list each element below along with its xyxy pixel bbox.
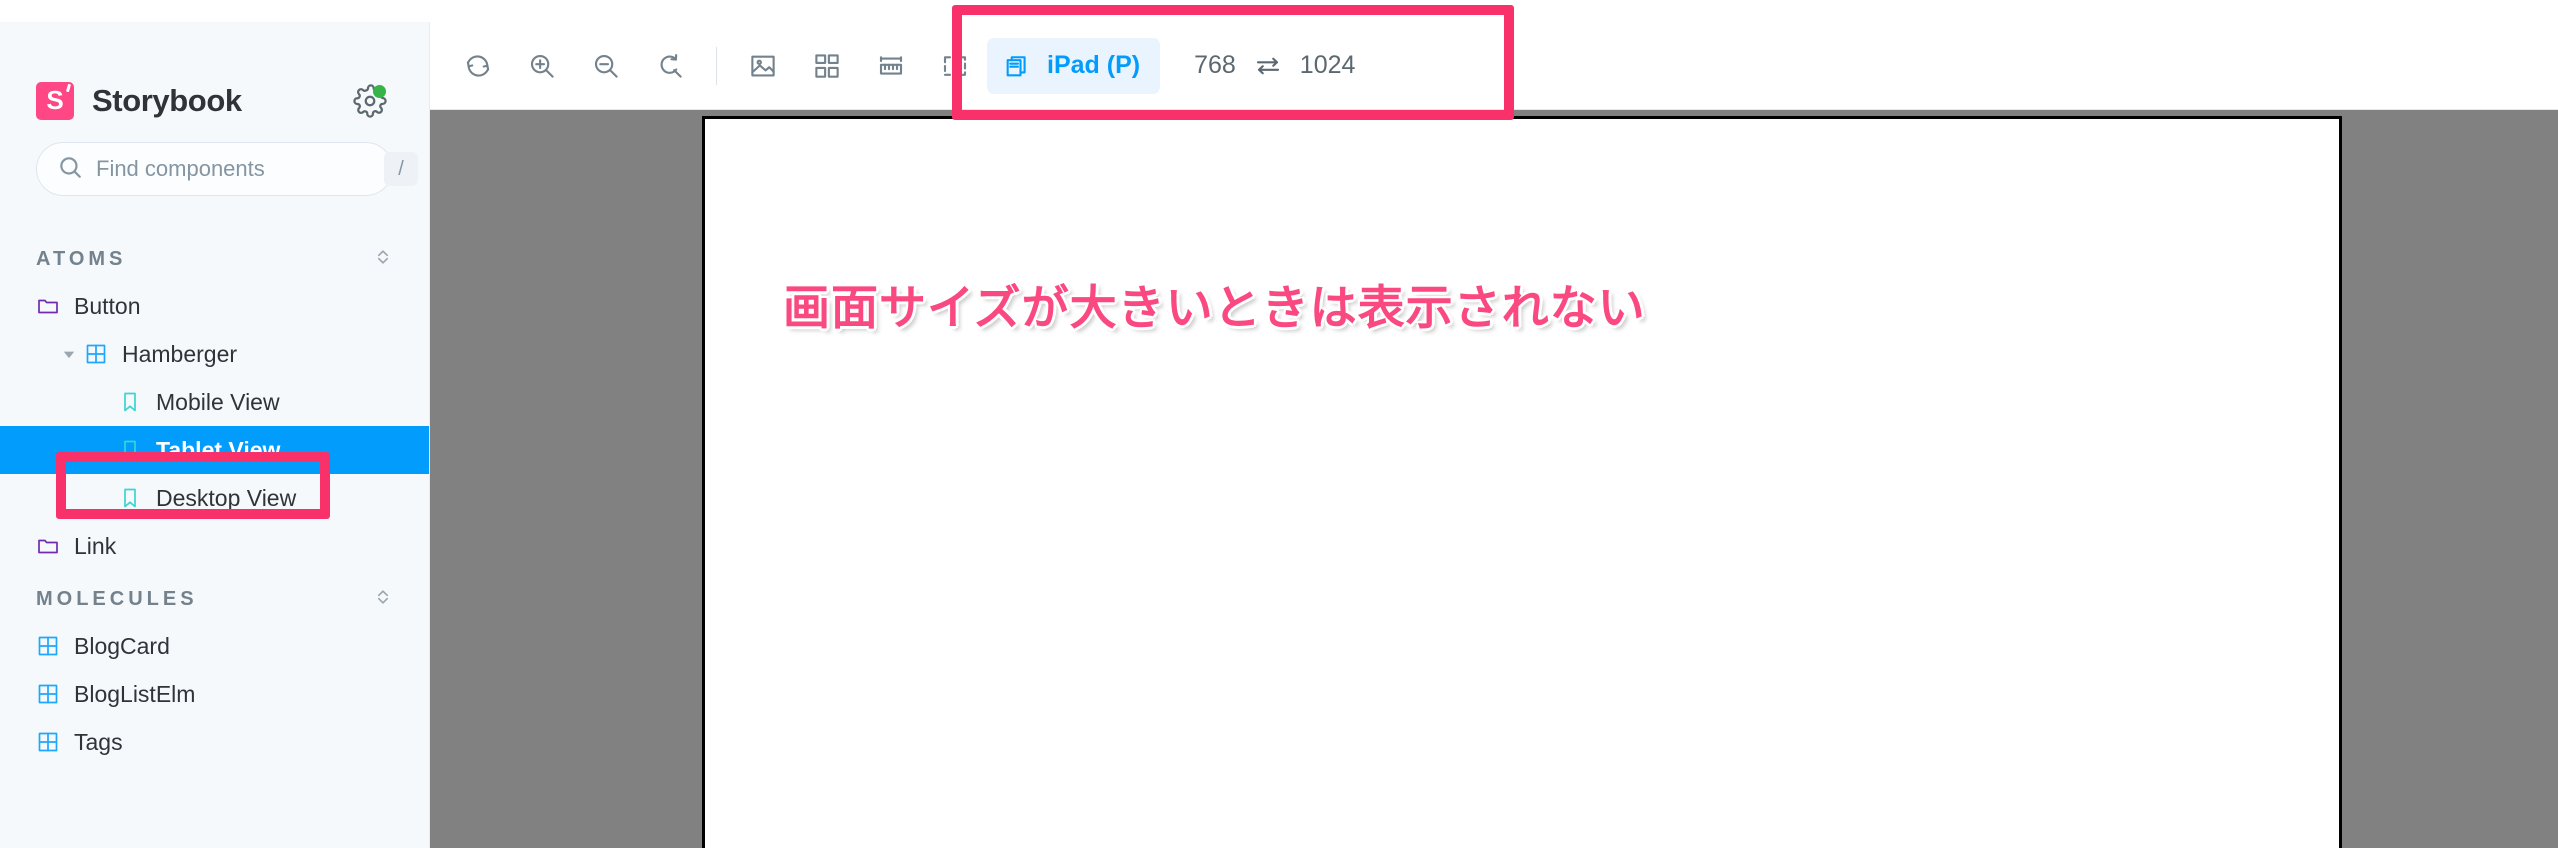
chevron-down-icon[interactable] [62,347,84,361]
tree-group-header[interactable]: ATOMS [0,236,429,282]
grid-icon[interactable] [795,34,859,98]
tree-item-label: Link [74,532,117,559]
viewport-width-value: 768 [1194,51,1236,79]
component-icon [84,342,108,366]
search-shortcut-key: / [384,152,418,186]
story-preview-frame[interactable]: 画面サイズが大きいときは表示されない [702,116,2342,848]
story-icon [118,486,142,510]
main-panel: iPad (P) 768 1024 画面サイズが大きいときは表示されない [430,22,2558,848]
gear-icon[interactable] [353,84,387,118]
tree-group-header[interactable]: MOLECULES [0,576,429,622]
component-icon [36,682,60,706]
tree-item-label: Hamberger [122,340,238,367]
component-icon [36,730,60,754]
update-status-dot [373,85,386,98]
zoom-out-icon[interactable] [574,34,638,98]
tree-item-label: BlogCard [74,632,170,659]
tree-item-label: BlogListElm [74,680,196,707]
folder-icon [36,534,60,558]
story-icon [118,390,142,414]
storybook-window: S Storybook Find components / ATOMS Butt… [0,0,2558,848]
component-icon [36,634,60,658]
remount-icon[interactable] [446,34,510,98]
story-text: 画面サイズが大きいときは表示されない [783,281,1646,336]
folder-icon [36,294,60,318]
zoom-in-icon[interactable] [510,34,574,98]
preview-toolbar: iPad (P) 768 1024 [430,22,2558,110]
expand-collapse-icon[interactable] [373,247,393,272]
search-box[interactable]: / [36,142,418,196]
tree-item-tags[interactable]: Tags [0,718,429,766]
preview-canvas: 画面サイズが大きいときは表示されない [430,110,2558,848]
swap-icon[interactable] [1236,38,1300,94]
zoom-reset-icon[interactable] [638,34,702,98]
storybook-logo-icon: S [36,82,74,120]
viewport-select-button[interactable]: iPad (P) [987,37,1161,94]
tree-item-mobile-view[interactable]: Mobile View [0,378,429,426]
tree-item-link[interactable]: Link [0,522,429,570]
tree-item-bloglistelm[interactable]: BlogListElm [0,670,429,718]
search-icon [57,154,83,185]
viewport-label: iPad (P) [1047,51,1141,79]
brand-title: Storybook [92,83,242,118]
tree-item-desktop-view[interactable]: Desktop View [0,474,429,522]
tree-item-button[interactable]: Button [0,282,429,330]
component-tree: ATOMS Button Hamberger Mobile View Tablet Vi… [0,230,429,766]
tree-item-label: Mobile View [156,388,280,415]
tree-item-label: Tags [74,728,123,755]
measure-icon[interactable] [859,34,923,98]
tree-item-label: Tablet View [156,436,281,463]
tree-group-title: MOLECULES [36,587,198,610]
tree-item-label: Desktop View [156,484,297,511]
story-icon [118,438,142,462]
sidebar: S Storybook Find components / ATOMS Butt… [0,22,430,848]
expand-collapse-icon[interactable] [373,587,393,612]
tree-group-title: ATOMS [36,247,127,270]
logo-letter: S [46,85,64,115]
viewport-icon [1003,52,1031,80]
search-input[interactable] [96,156,384,182]
tree-item-tablet-view[interactable]: Tablet View [0,426,429,474]
logo-tick [65,83,72,93]
tree-item-blogcard[interactable]: BlogCard [0,622,429,670]
viewport-height-value: 1024 [1299,51,1356,79]
tree-item-hamberger[interactable]: Hamberger [0,330,429,378]
viewport-selector-group: iPad (P) 768 1024 [987,37,1356,94]
toolbar-separator [716,46,717,85]
sidebar-header: S Storybook [0,22,429,132]
outline-icon[interactable] [923,34,987,98]
search-container: / [0,142,429,196]
backgrounds-icon[interactable] [731,34,795,98]
tree-item-label: Button [74,292,141,319]
